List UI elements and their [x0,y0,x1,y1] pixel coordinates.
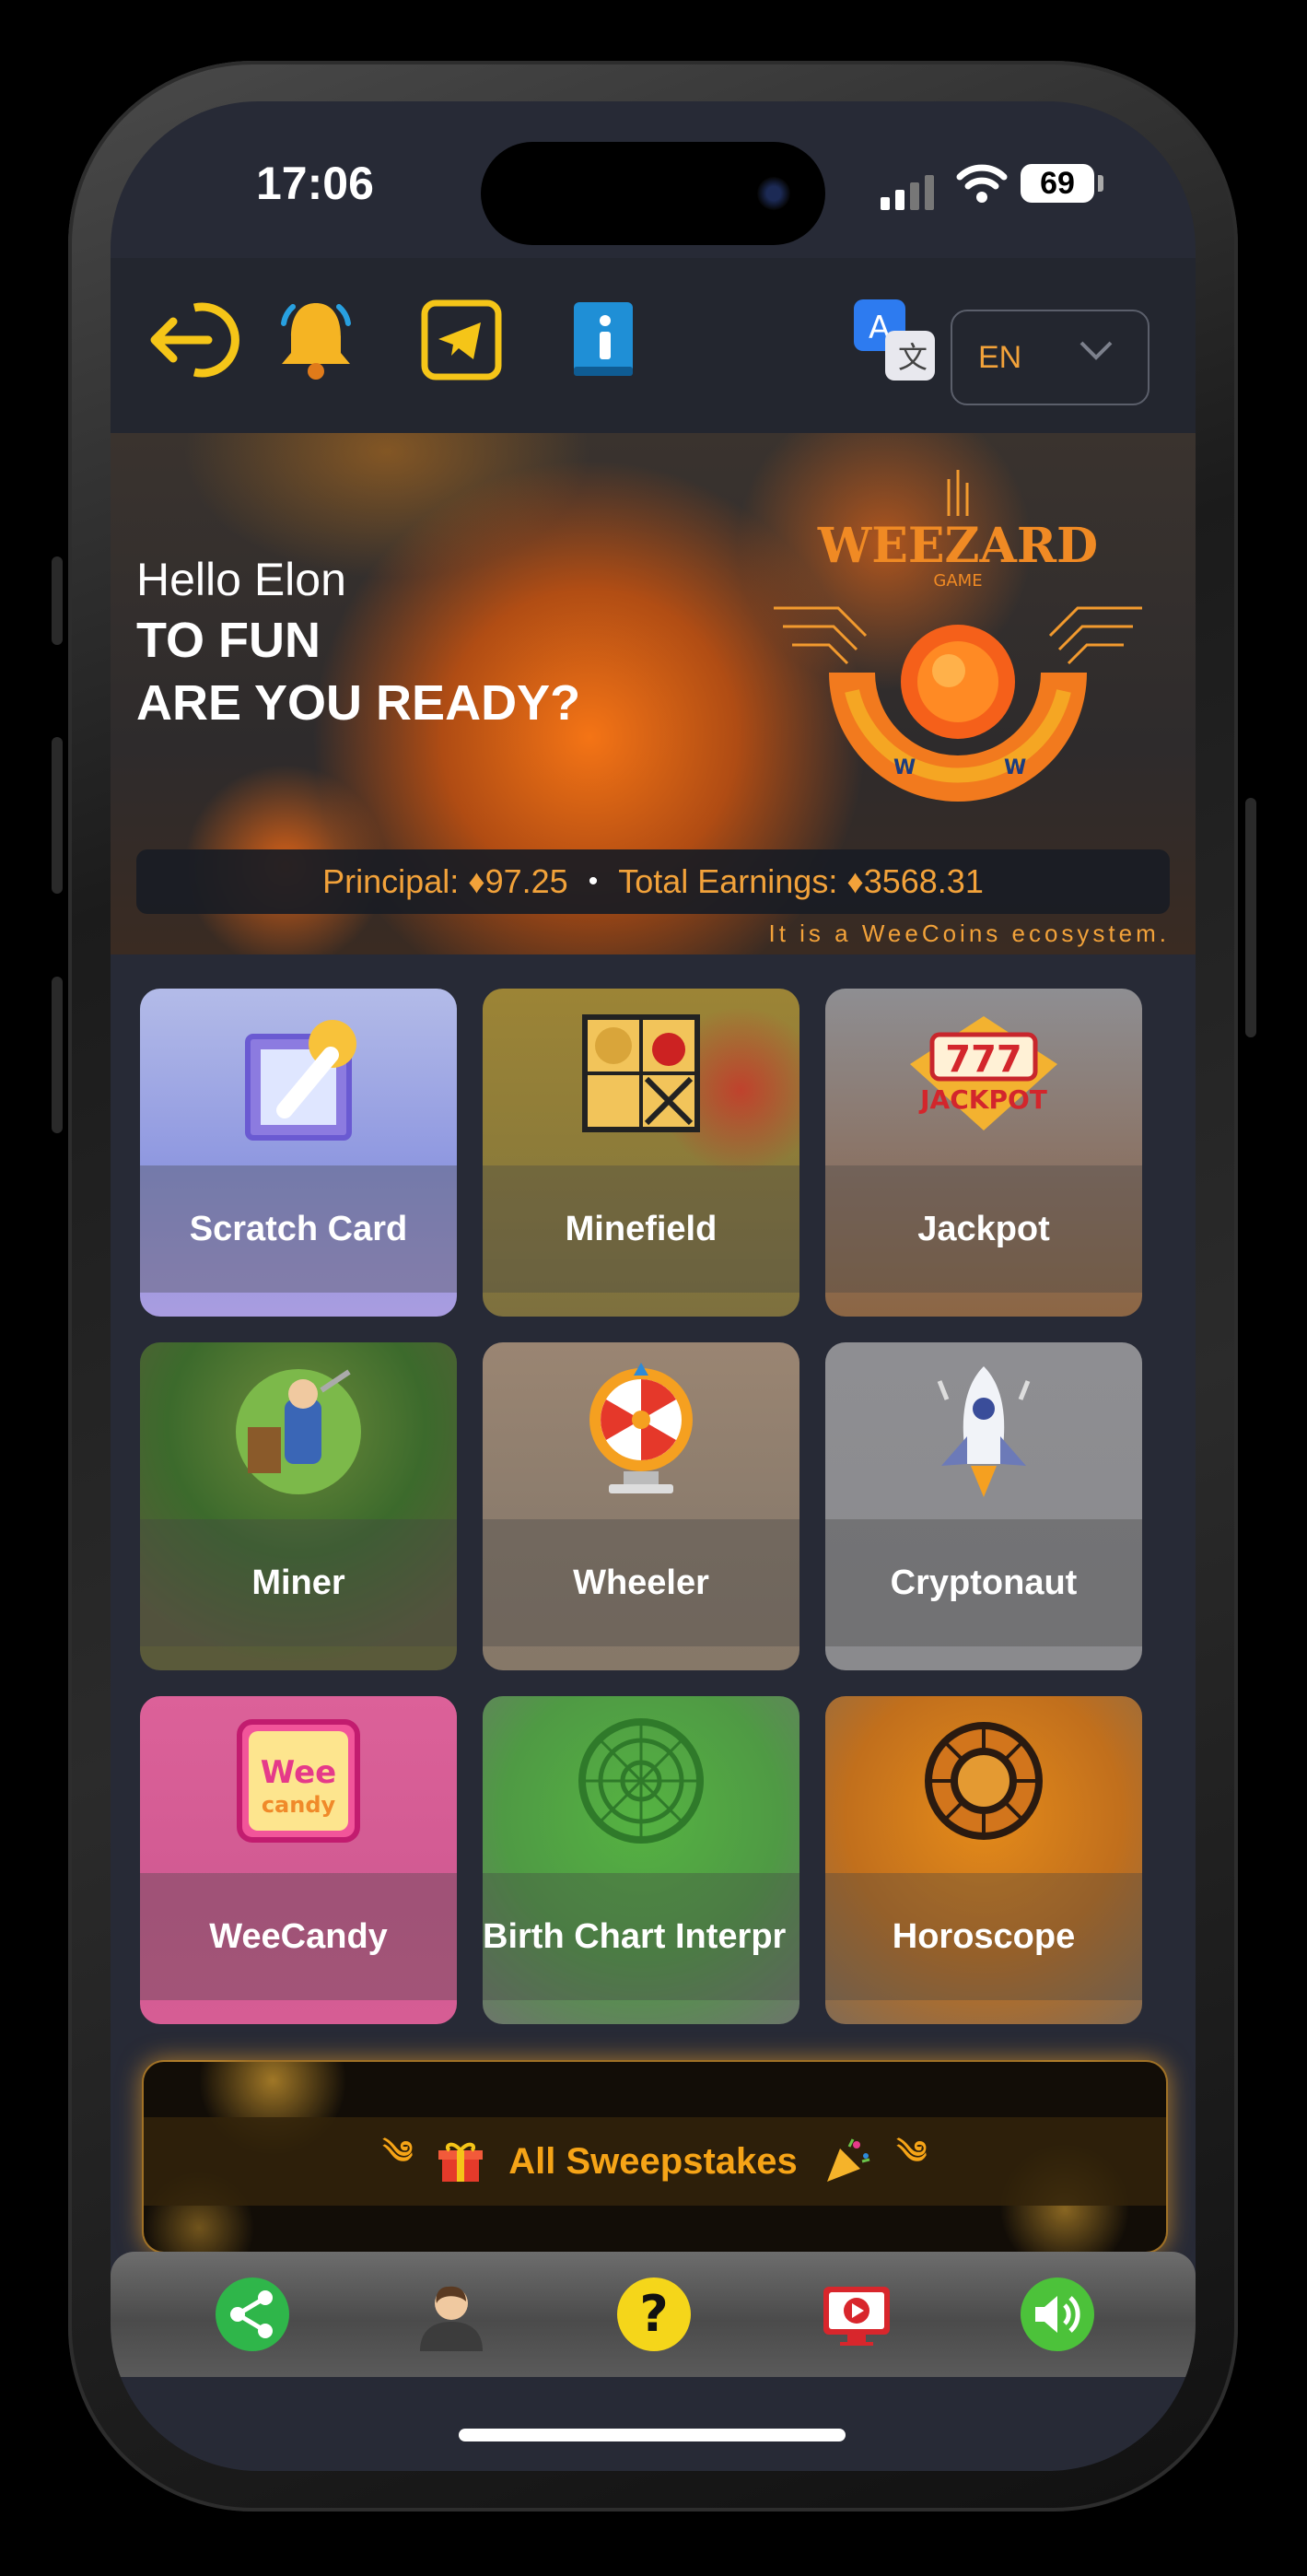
game-card-label: Cryptonaut [825,1519,1142,1646]
share-icon [216,2277,289,2351]
earnings-bar: Principal: ♦97.25 • Total Earnings: ♦356… [136,849,1170,914]
game-card-label: Horoscope [825,1873,1142,2000]
sound-button[interactable] [1017,2274,1098,2355]
candy-icon: Wee candy [237,1719,360,1843]
side-button-volume-up [52,737,63,894]
greeting-text: Hello Elon [136,554,346,605]
total-earnings-amount: Total Earnings: ♦3568.31 [618,862,984,900]
svg-text:Wee: Wee [261,1754,336,1791]
bell-icon[interactable] [265,289,367,391]
jackpot-icon: 777 JACKPOT [910,1016,1057,1130]
status-bar: 17:06 69 [111,101,1196,258]
game-card-cryptonaut[interactable]: Cryptonaut [825,1342,1142,1670]
party-popper-icon [826,2138,870,2182]
side-button-volume-down [52,977,63,1133]
svg-text:?: ? [639,2285,668,2343]
ornament-left-icon: ༄ [382,2136,414,2171]
chevron-down-icon [1079,341,1113,360]
svg-text:JACKPOT: JACKPOT [918,1084,1047,1115]
side-button-power [1245,798,1256,1037]
top-toolbar: A 文 EN [111,258,1196,433]
scratch-card-icon [245,1020,356,1141]
game-card-label: WeeCandy [140,1873,457,2000]
game-card-label: Birth Chart Interpr [483,1873,799,2000]
logout-icon[interactable] [144,289,245,391]
share-button[interactable] [212,2274,293,2355]
game-card-birth-chart[interactable]: Birth Chart Interpr [483,1696,799,2024]
svg-text:W: W [893,756,916,779]
bottom-nav: ? [111,2252,1196,2377]
video-icon [823,2287,890,2346]
battery-indicator: 69 [1021,164,1094,203]
game-card-label: Scratch Card [140,1165,457,1293]
signal-icon [881,175,934,210]
miner-icon [236,1369,361,1494]
weezard-logo: WEEZARD GAME W W [774,470,1142,802]
wheel-icon [589,1363,693,1493]
camera-icon [757,177,790,210]
battery-tip [1098,175,1103,192]
hero-banner: Hello Elon TO FUN ARE YOU READY? WEEZARD… [111,433,1196,954]
svg-text:W: W [1004,756,1026,779]
hero-line-1: TO FUN [136,613,321,668]
game-card-label: Minefield [483,1165,799,1293]
svg-text:candy: candy [262,1792,336,1818]
wifi-icon [956,164,1008,203]
game-card-jackpot[interactable]: 777 JACKPOT Jackpot [825,989,1142,1317]
game-card-miner[interactable]: Miner [140,1342,457,1670]
sound-icon [1021,2277,1094,2351]
gift-icon [438,2142,484,2182]
screen: 17:06 69 A 文 EN Hello Elon TO FUN ARE YO… [111,101,1196,2471]
video-button[interactable] [816,2274,897,2355]
svg-text:文: 文 [898,340,928,375]
home-indicator[interactable] [459,2429,846,2441]
profile-button[interactable] [411,2274,492,2355]
profile-icon [420,2286,483,2351]
ecosystem-note: It is a WeeCoins ecosystem. [768,919,1170,947]
status-time: 17:06 [256,158,374,209]
logo-sub-text: GAME [933,571,982,591]
minefield-icon [582,1014,700,1132]
game-card-minefield[interactable]: Minefield [483,989,799,1317]
game-card-scratch-card[interactable]: Scratch Card [140,989,457,1317]
ornament-right-icon: ༄ [896,2136,928,2171]
game-card-label: Wheeler [483,1519,799,1646]
dynamic-island [481,142,825,245]
game-card-weecandy[interactable]: Wee candy WeeCandy [140,1696,457,2024]
help-button[interactable]: ? [613,2274,694,2355]
info-book-icon[interactable] [553,289,654,391]
hero-line-2: ARE YOU READY? [136,675,581,731]
svg-text:777: 777 [945,1038,1022,1081]
game-card-wheeler[interactable]: Wheeler [483,1342,799,1670]
telegram-icon[interactable] [411,289,512,391]
rocket-icon [937,1366,1031,1497]
logo-text: WEEZARD [817,518,1098,574]
side-button-action [52,556,63,645]
game-card-label: Miner [140,1519,457,1646]
translate-icon[interactable]: A 文 [844,289,945,391]
game-card-label: Jackpot [825,1165,1142,1293]
all-sweepstakes-banner[interactable]: ༄ All Sweepstakes ༄ [142,2060,1168,2254]
earnings-separator: • [588,866,599,896]
language-select-value: EN [978,339,1022,375]
zodiac-wheel-icon [578,1718,704,1844]
game-card-horoscope[interactable]: Horoscope [825,1696,1142,2024]
help-icon: ? [617,2277,691,2351]
horoscope-icon [925,1722,1043,1840]
sweepstakes-label: All Sweepstakes [508,2140,798,2182]
language-select[interactable]: EN [951,310,1149,405]
principal-amount: Principal: ♦97.25 [322,862,568,900]
